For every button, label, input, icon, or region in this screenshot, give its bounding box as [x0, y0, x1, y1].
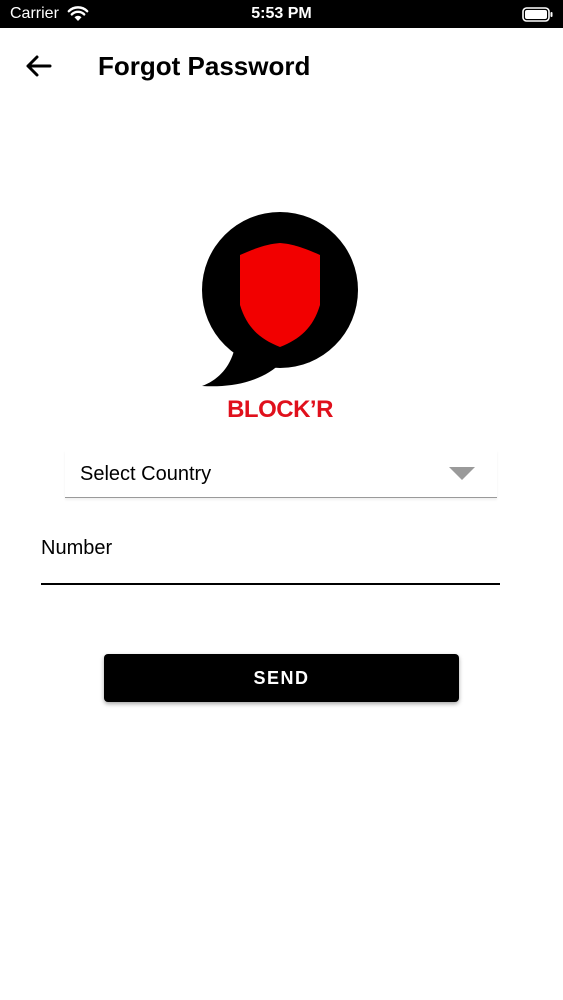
status-bar: Carrier 5:53 PM	[0, 0, 563, 28]
country-select[interactable]: Select Country	[65, 450, 497, 498]
status-time: 5:53 PM	[251, 5, 312, 22]
back-button[interactable]	[18, 46, 58, 86]
country-select-label: Select Country	[80, 463, 212, 485]
blockr-logo	[202, 212, 358, 387]
battery-icon	[522, 7, 553, 22]
chevron-down-icon	[449, 467, 475, 480]
send-button[interactable]: SEND	[104, 654, 459, 702]
number-field	[41, 528, 500, 585]
page-title: Forgot Password	[98, 51, 311, 81]
arrow-left-icon	[26, 55, 52, 77]
number-input[interactable]	[41, 528, 500, 568]
logo-text: BLOCK’R	[227, 396, 333, 423]
